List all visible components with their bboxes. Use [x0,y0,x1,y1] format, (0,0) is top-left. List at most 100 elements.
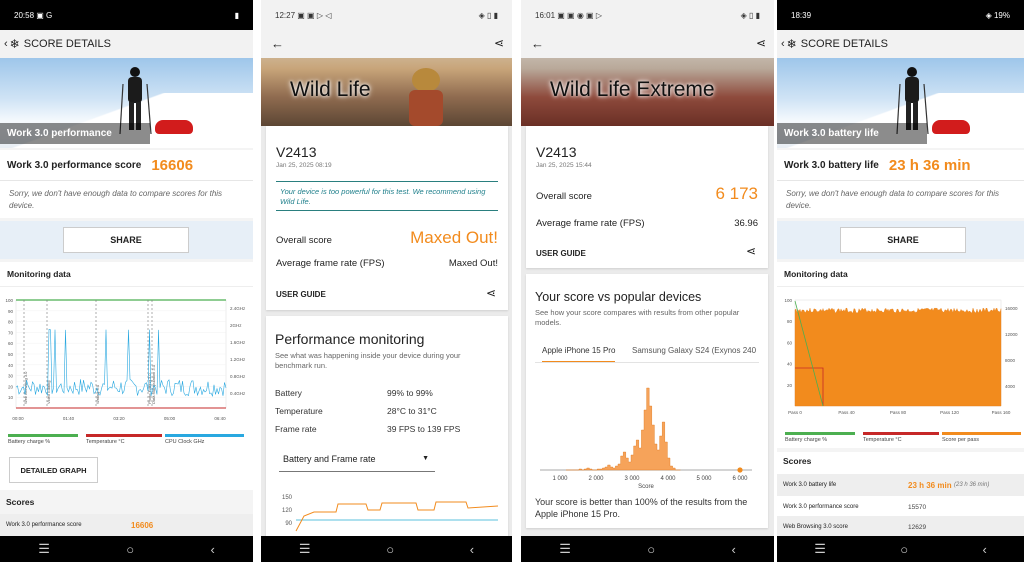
y-tick-label: 30 [8,374,14,379]
legend-battery: Battery charge % [785,432,855,443]
sled-shape [932,120,970,134]
legend-temperature: Temperature °C [86,434,162,445]
cpu-clock-line [15,329,227,398]
tab-galaxy[interactable]: Samsung Galaxy S24 (Exynos 240 [632,346,762,355]
recent-apps-icon[interactable]: ☰ [814,541,826,557]
legend-score: Score per pass [942,432,1021,443]
hero-label: Work 3.0 performance [0,123,150,144]
back-icon[interactable]: ‹ [781,38,785,50]
detailed-graph-button[interactable]: DETAILED GRAPH [9,457,98,483]
y2-tick-label: 4000 [1005,384,1016,389]
x-tick-label: 4 000 [660,476,676,482]
row-label: Web Browsing 3.0 score [783,524,848,530]
monitoring-title: Monitoring data [0,262,253,287]
row-label: Work 3.0 battery life [783,482,837,488]
monitoring-section: Monitoring data 100 80 60 40 20 16000 12000 800… [777,262,1024,448]
fps-row: Average frame rate (FPS) Maxed Out! [276,258,498,269]
battery-chart: 100 80 60 40 20 16000 12000 8000 4000 Pass 0 Pass … [784,298,1018,415]
warrior-figure [409,68,443,126]
home-icon[interactable]: ○ [126,542,134,557]
share-icon[interactable]: ⋖ [756,36,766,50]
result-card: V2413 Jan 25, 2025 08:19 Your device is … [266,126,508,310]
share-icon[interactable]: ⋖ [494,36,504,50]
share-zone: SHARE [0,221,253,259]
run-date: Jan 25, 2025 15:44 [536,162,592,169]
perf-header: Performance monitoring See what was happ… [275,331,498,371]
user-guide-link[interactable]: USER GUIDE [276,290,326,299]
share-icon[interactable]: ⋖ [486,286,496,300]
row-value: 39 FPS to 139 FPS [387,424,461,434]
status-bar: 18:39 ◈ 19% [777,0,1024,30]
status-icons: ▣ ▣ ◉ ▣ ▷ [557,10,602,20]
no-data-note: Sorry, we don't have enough data to comp… [0,180,253,218]
status-bar: 20:58 ▣ G ▮ [0,0,253,30]
home-icon[interactable]: ○ [386,542,394,557]
y-tick-label: 20 [8,384,14,389]
share-button[interactable]: SHARE [840,227,966,253]
metric-dropdown[interactable]: Battery and Frame rate ▼ [279,450,435,472]
legend-label: CPU Clock GHz [165,439,205,445]
perf-title: Performance monitoring [275,331,425,347]
status-time: 16:01 [535,10,556,20]
score-per-pass-area [794,307,1002,407]
back-nav-icon[interactable]: ‹ [982,542,986,557]
status-right-icons: ◈ ▯ ▮ [740,10,760,20]
vs-header: Your score vs popular devices See how yo… [535,290,758,328]
legend-battery: Battery charge % [8,434,78,445]
recent-apps-icon[interactable]: ☰ [38,541,50,557]
home-icon[interactable]: ○ [900,542,908,557]
score-label: Work 3.0 battery life [784,159,879,171]
nav-bar: ☰ ○ ‹ [777,536,1024,562]
sled-shape [155,120,193,134]
row-label: Work 3.0 performance score [783,504,859,510]
work-performance-panel: 20:58 ▣ G ▮ ‹ ❄ SCORE DETAILS Work 3.0 p… [0,0,253,562]
y2-tick-label: 0.4GHz [230,391,246,396]
y2-tick-label: 16000 [1005,306,1018,311]
frame-rate-row: Frame rate 39 FPS to 139 FPS [275,424,460,434]
fps-label: Average frame rate (FPS) [276,258,385,269]
back-nav-icon[interactable]: ‹ [210,542,214,557]
share-icon[interactable]: ⋖ [746,244,756,258]
y2-tick-label: 12000 [1005,332,1018,337]
banner-title: Wild Life [290,78,371,101]
user-guide-link[interactable]: USER GUIDE [536,249,586,258]
legend-temperature: Temperature °C [863,432,939,443]
recent-apps-icon[interactable]: ☰ [299,541,311,557]
your-score-marker [737,467,743,473]
x-tick-label: Pass 160 [992,410,1011,415]
home-icon[interactable]: ○ [647,542,655,557]
status-right-icons: ◈ 19% [985,10,1010,20]
test-marker-label: Writing 3.0 [95,384,100,404]
back-arrow-icon[interactable]: ← [271,36,284,51]
tab-divider [535,362,759,363]
test-marker-label: Video Editing [46,381,51,405]
y2-tick-label: 0.8GHz [230,374,246,379]
overall-score-row: Overall score 6 173 [536,184,758,204]
tab-iphone[interactable]: Apple iPhone 15 Pro [542,346,616,363]
y-tick-label: 90 [285,521,292,527]
app-bar: ‹ ❄ SCORE DETAILS [0,30,253,58]
row-value: 99% to 99% [387,388,433,398]
overall-label: Overall score [536,191,592,202]
battery-row: Battery 99% to 99% [275,388,433,398]
result-card: V2413 Jan 25, 2025 15:44 Overall score 6… [526,126,768,268]
legend-label: Score per pass [942,437,979,443]
banner-top [521,30,774,58]
x-tick-label: 06:40 [214,416,226,421]
scores-section: Scores Work 3.0 battery life 23 h 36 min… [777,452,1024,538]
recent-apps-icon[interactable]: ☰ [559,541,571,557]
dropdown-arrow-icon: ▼ [422,455,429,462]
overall-value: Maxed Out! [410,228,498,247]
run-date: Jan 25, 2025 08:19 [276,162,332,169]
overall-score-row: Overall score Maxed Out! [276,228,498,248]
back-arrow-icon[interactable]: ← [531,36,544,51]
banner-title: Wild Life Extreme [550,78,715,101]
back-nav-icon[interactable]: ‹ [470,542,474,557]
back-icon[interactable]: ‹ [4,38,8,50]
hero-label: Work 3.0 battery life [777,123,927,144]
hero-image: Work 3.0 battery life [777,58,1024,148]
legend-label: Temperature °C [86,439,125,445]
share-button[interactable]: SHARE [63,227,189,253]
back-nav-icon[interactable]: ‹ [731,542,735,557]
device-info: V2413 Jan 25, 2025 15:44 [536,144,592,169]
